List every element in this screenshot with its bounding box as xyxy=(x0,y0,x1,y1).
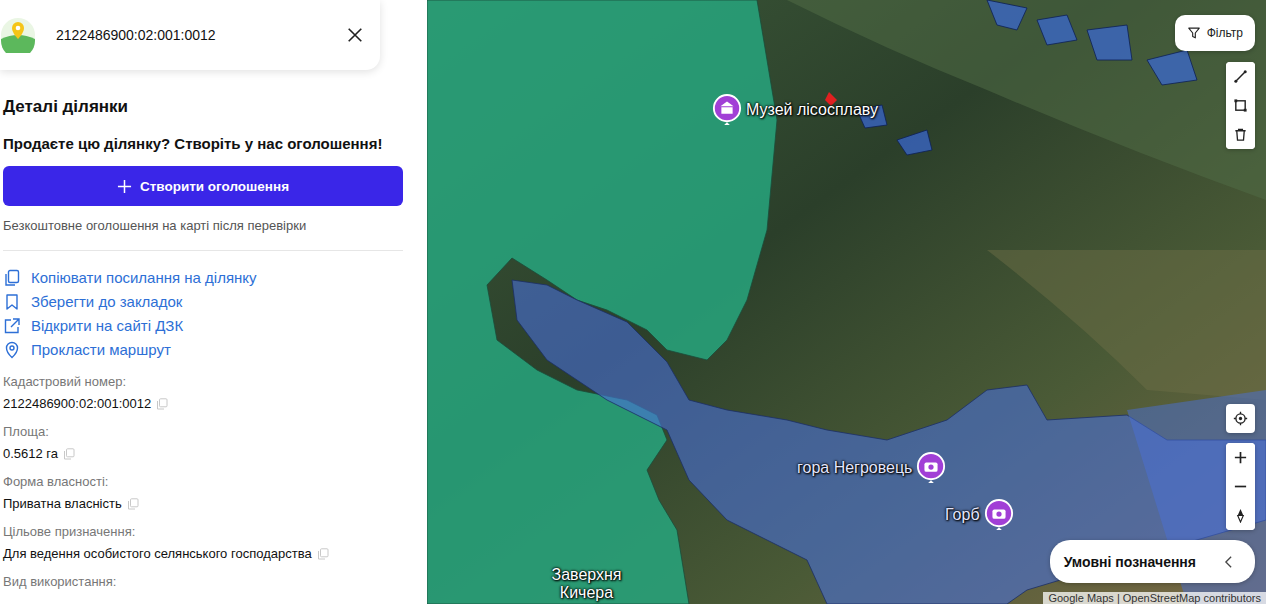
field: Цільове призначення: Для ведення особисто… xyxy=(3,524,403,562)
action-list: Копіювати посилання на ділянку Зберегти д… xyxy=(3,268,403,360)
copy-icon[interactable] xyxy=(63,448,75,460)
map-attribution: Google Maps | OpenStreetMap contributors xyxy=(1043,592,1266,604)
legend-button[interactable]: Умовні позначення xyxy=(1050,540,1255,583)
museum-pin-icon xyxy=(712,93,742,127)
side-panel: 2122486900:02:001:0012 Деталі ділянки Прод… xyxy=(0,0,427,604)
listing-note: Безкоштовне оголошення на карті після пе… xyxy=(3,217,403,234)
field-value: Приватна власність xyxy=(3,496,403,512)
field: Форма власності: Приватна власність xyxy=(3,474,403,512)
location-pin-icon xyxy=(3,341,21,359)
field: Кадастровий номер: 2122486900:02:001:0012 xyxy=(3,374,403,412)
action-link[interactable]: Копіювати посилання на ділянку xyxy=(3,268,403,288)
field-value: 0.5612 га xyxy=(3,446,403,462)
search-value[interactable]: 2122486900:02:001:0012 xyxy=(56,27,346,43)
place-label[interactable]: Музей лісосплаву xyxy=(712,93,878,127)
zoom-controls xyxy=(1226,443,1255,530)
plus-icon xyxy=(117,179,132,194)
draw-tools xyxy=(1226,62,1255,149)
field: Площа: 0.5612 га xyxy=(3,424,403,462)
logo-icon xyxy=(0,17,36,53)
compass-icon xyxy=(1233,508,1248,523)
field-label: Вид використання: xyxy=(3,574,403,590)
measure-line-button[interactable] xyxy=(1226,62,1255,91)
copy-icon[interactable] xyxy=(317,548,329,560)
compass-button[interactable] xyxy=(1226,501,1255,530)
field: Вид використання: xyxy=(3,574,403,590)
map[interactable]: Музей лісосплаву гора Негровець Горб Заверх… xyxy=(427,0,1266,604)
zoom-in-button[interactable] xyxy=(1226,443,1255,472)
field-label: Форма власності: xyxy=(3,474,403,490)
field-label: Кадастровий номер: xyxy=(3,374,403,390)
locate-icon xyxy=(1233,411,1248,426)
locate-button[interactable] xyxy=(1226,404,1255,433)
minus-icon xyxy=(1233,479,1248,494)
trash-icon xyxy=(1233,127,1248,142)
action-link[interactable]: Прокласти маршрут xyxy=(3,340,403,360)
action-link[interactable]: Відкрити на сайті ДЗК xyxy=(3,316,403,336)
peak-pin-icon xyxy=(916,451,946,485)
field-list: Кадастровий номер: 2122486900:02:001:0012… xyxy=(3,374,403,590)
bookmark-icon xyxy=(3,293,21,311)
pasture-parcel[interactable] xyxy=(512,280,1266,604)
action-link[interactable]: Зберегти до закладок xyxy=(3,292,403,312)
filter-icon xyxy=(1187,26,1201,40)
place-label[interactable]: гора Негровець xyxy=(797,451,946,485)
field-label: Цільове призначення: xyxy=(3,524,403,540)
satellite-imagery xyxy=(427,0,1266,604)
line-icon xyxy=(1233,69,1248,84)
chevron-left-icon xyxy=(1224,555,1233,569)
zoom-out-button[interactable] xyxy=(1226,472,1255,501)
map-layer xyxy=(427,0,1266,604)
close-icon[interactable] xyxy=(346,26,364,44)
plus-icon xyxy=(1233,450,1248,465)
measure-area-button[interactable] xyxy=(1226,91,1255,120)
field-value: 2122486900:02:001:0012 xyxy=(3,396,403,412)
place-label[interactable]: Заверхня Кичера xyxy=(539,566,634,602)
field-label: Площа: xyxy=(3,424,403,440)
copy-icon xyxy=(3,269,21,287)
field-value: Для ведення особистого селянського госпо… xyxy=(3,546,403,562)
details-title: Деталі ділянки xyxy=(3,96,403,118)
search-bar: 2122486900:02:001:0012 xyxy=(0,0,380,70)
peak-pin-icon xyxy=(984,498,1014,532)
details: Деталі ділянки Продаєте цю ділянку? Створ… xyxy=(0,70,427,590)
place-label[interactable]: Горб xyxy=(945,498,1014,532)
create-listing-button[interactable]: Створити оголошення xyxy=(3,166,403,206)
polygon-icon xyxy=(1233,98,1248,113)
delete-button[interactable] xyxy=(1226,120,1255,149)
filter-button[interactable]: Фільтр xyxy=(1175,15,1255,51)
copy-icon[interactable] xyxy=(127,498,139,510)
divider xyxy=(3,250,403,251)
copy-icon[interactable] xyxy=(156,398,168,410)
app: 2122486900:02:001:0012 Деталі ділянки Прод… xyxy=(0,0,1266,604)
external-link-icon xyxy=(3,317,21,335)
map-navigation xyxy=(1226,404,1255,530)
promo-text: Продаєте цю ділянку? Створіть у нас огол… xyxy=(3,134,403,154)
small-parcels[interactable] xyxy=(857,0,1197,155)
